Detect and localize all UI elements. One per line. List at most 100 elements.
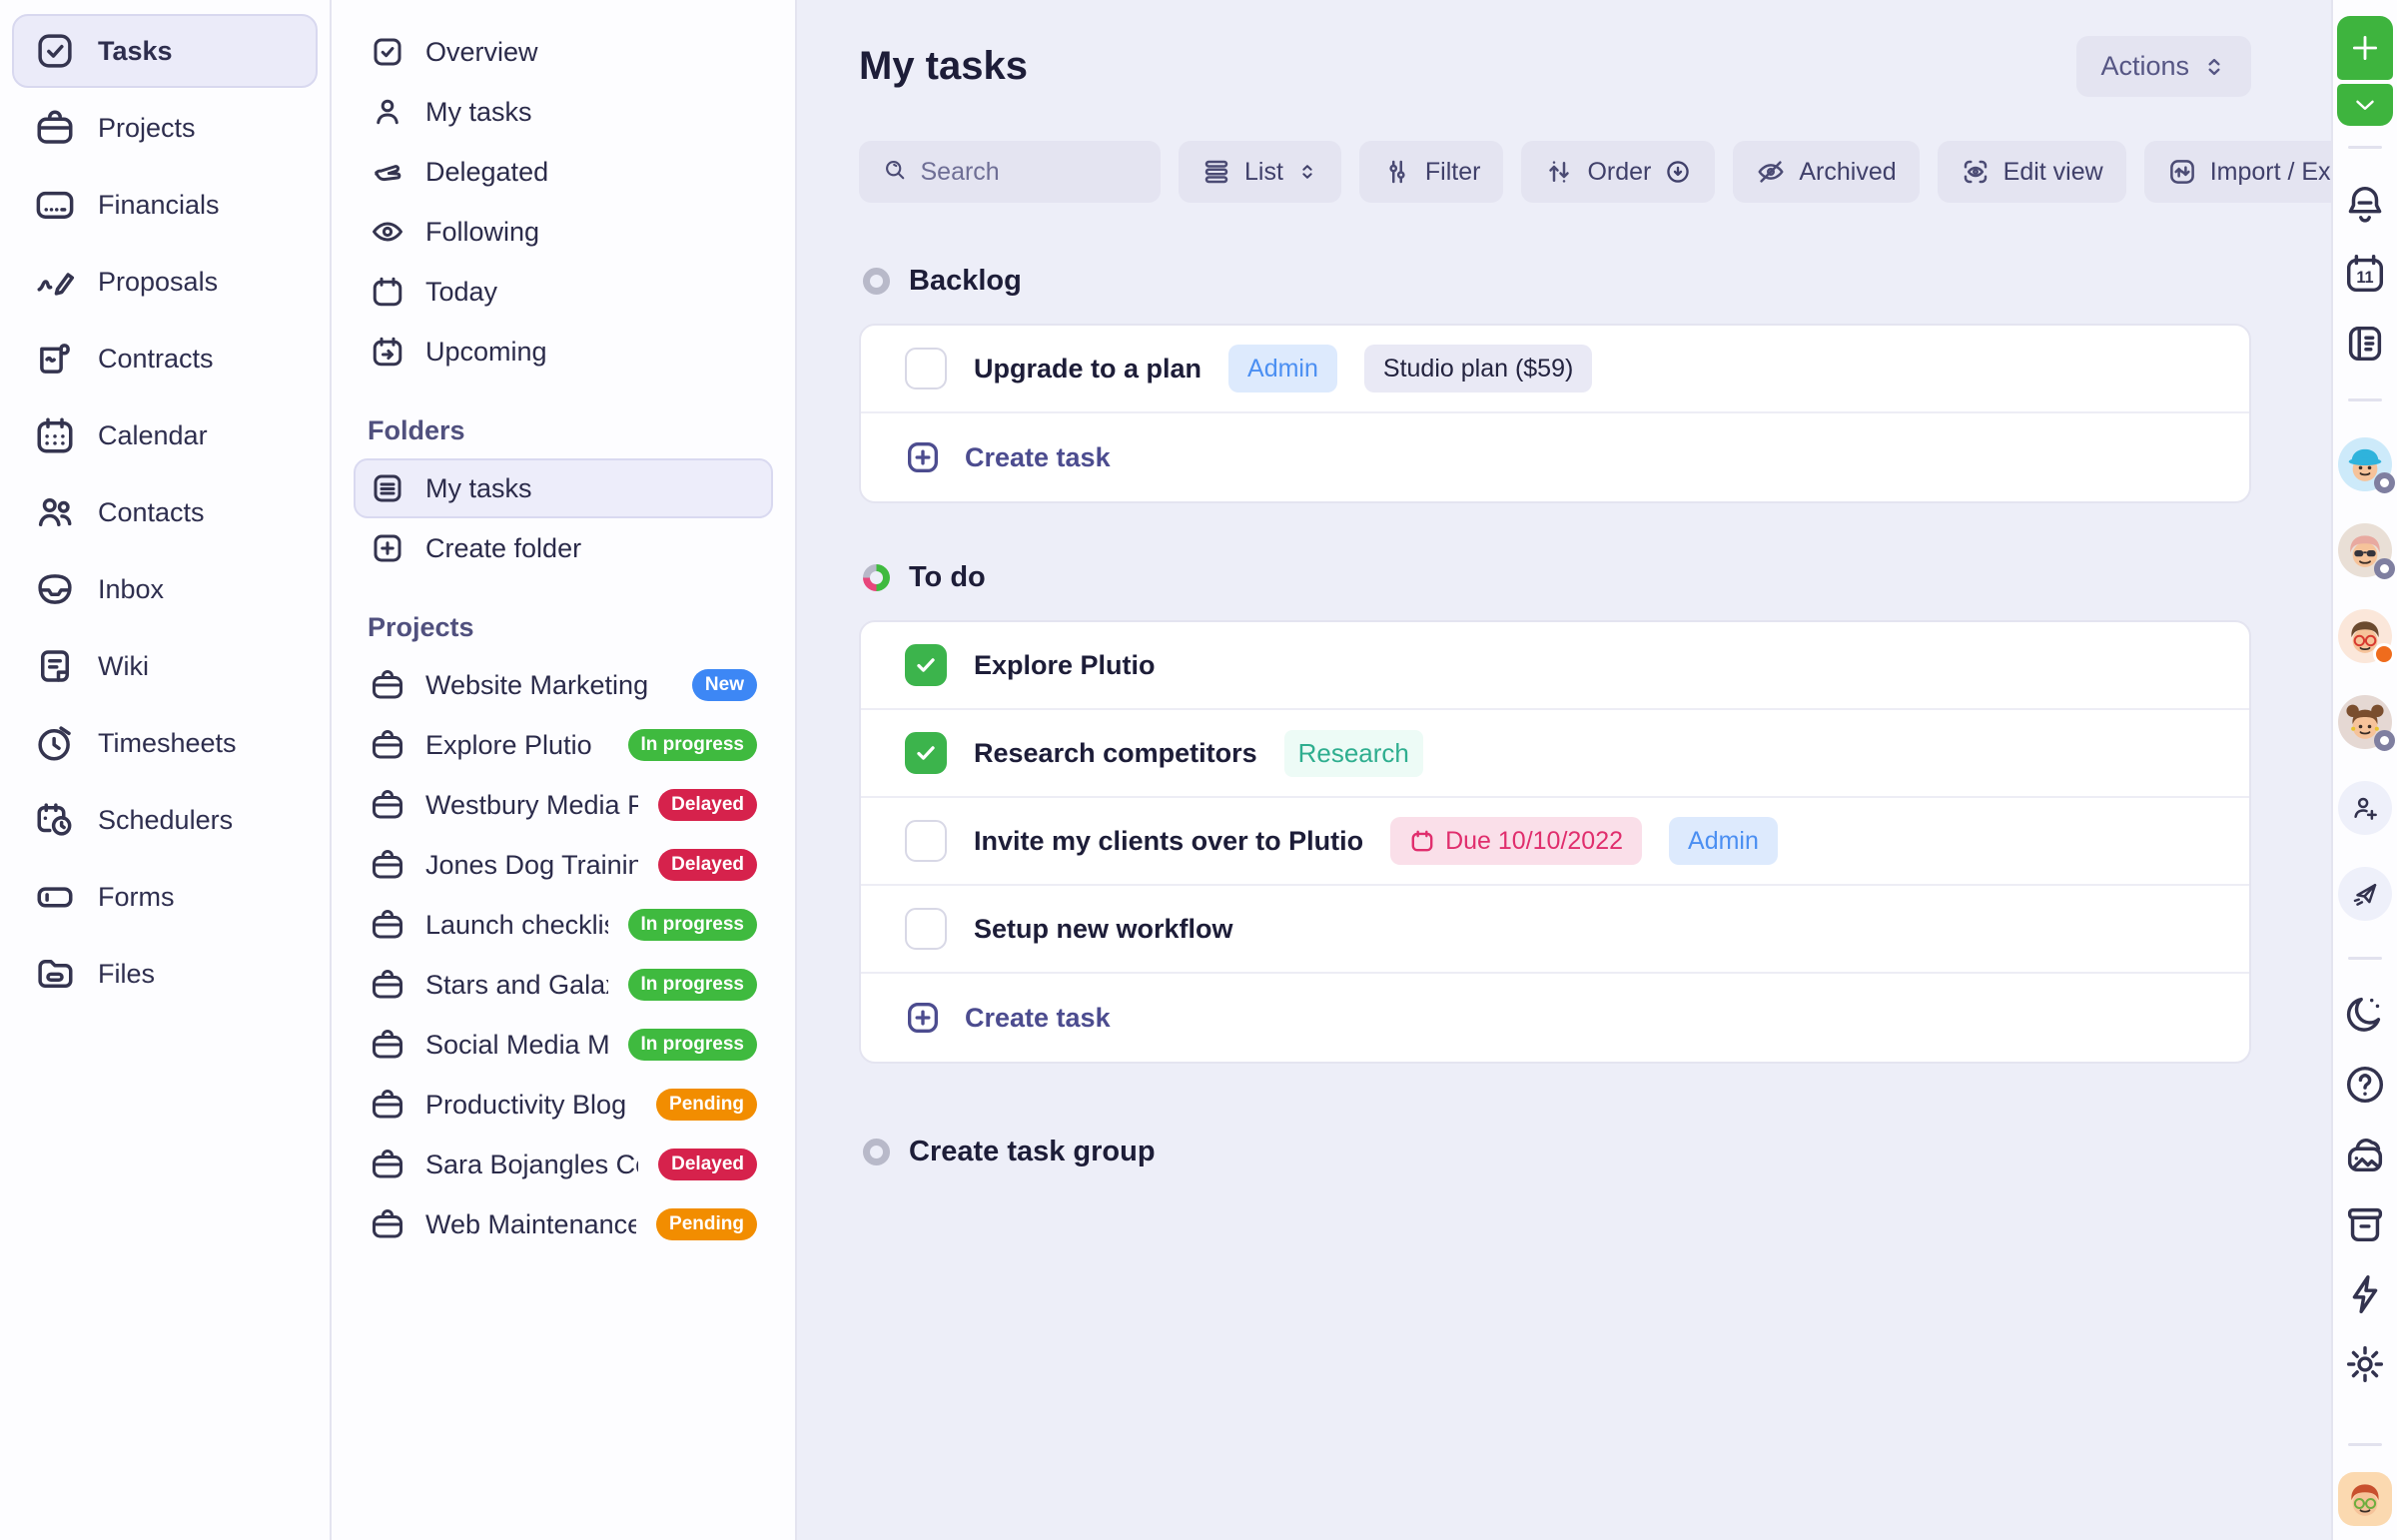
project-item[interactable]: Jones Dog Trainin... Delayed xyxy=(354,835,773,895)
task-row[interactable]: Research competitors Research xyxy=(861,710,2249,798)
project-status-badge: In progress xyxy=(628,909,757,941)
settings-gear-icon[interactable] xyxy=(2342,1341,2388,1387)
project-item[interactable]: Stars and Galax... In progress xyxy=(354,955,773,1015)
status-indicator-busy xyxy=(2373,643,2395,665)
panel-item-following[interactable]: Following xyxy=(354,202,773,262)
sidebar-item-calendar[interactable]: Calendar xyxy=(12,398,318,472)
task-title: Explore Plutio xyxy=(974,650,1156,681)
journal-icon[interactable] xyxy=(2342,321,2388,367)
import-export-icon xyxy=(2167,157,2197,187)
chevron-updown-icon xyxy=(2201,54,2227,80)
project-item[interactable]: Productivity Blog ... Pending xyxy=(354,1075,773,1135)
project-label: Sara Bojangles Co... xyxy=(425,1150,638,1180)
sidebar-item-projects[interactable]: Projects xyxy=(12,91,318,165)
search-box[interactable] xyxy=(859,141,1161,203)
archive-box-icon[interactable] xyxy=(2342,1201,2388,1247)
sidebar-item-label: Tasks xyxy=(98,36,173,67)
actions-button[interactable]: Actions xyxy=(2076,36,2251,97)
task-checkbox-unchecked[interactable] xyxy=(905,820,947,862)
create-folder-button[interactable]: Create folder xyxy=(354,518,773,578)
task-row[interactable]: Upgrade to a plan Admin Studio plan ($59… xyxy=(861,326,2249,413)
teammate-avatar-sunglasses[interactable] xyxy=(2338,523,2392,577)
current-user-avatar[interactable] xyxy=(2338,1472,2392,1526)
sidebar-item-inbox[interactable]: Inbox xyxy=(12,552,318,626)
calendar-icon xyxy=(34,414,76,456)
person-icon xyxy=(370,94,405,130)
project-item[interactable]: Launch checklist In progress xyxy=(354,895,773,955)
panel-item-delegated[interactable]: Delegated xyxy=(354,142,773,202)
task-row[interactable]: Explore Plutio xyxy=(861,622,2249,710)
folder-icon xyxy=(34,953,76,995)
create-new-button[interactable] xyxy=(2337,16,2393,80)
task-checkbox-checked[interactable] xyxy=(905,644,947,686)
project-label: Jones Dog Trainin... xyxy=(425,850,638,881)
teammate-avatar-hair-buns[interactable] xyxy=(2338,695,2392,749)
project-label: Website Marketing xyxy=(425,670,672,701)
panel-item-today[interactable]: Today xyxy=(354,262,773,322)
sidebar-item-contacts[interactable]: Contacts xyxy=(12,475,318,549)
notifications-bell-icon[interactable] xyxy=(2342,181,2388,227)
archived-button[interactable]: Archived xyxy=(1733,141,1919,203)
sidebar-item-forms[interactable]: Forms xyxy=(12,860,318,934)
help-question-icon[interactable] xyxy=(2342,1062,2388,1108)
signature-pen-icon xyxy=(34,261,76,303)
sidebar-item-proposals[interactable]: Proposals xyxy=(12,245,318,319)
project-item[interactable]: Westbury Media P... Delayed xyxy=(354,775,773,835)
project-item[interactable]: Web Maintenance Pending xyxy=(354,1194,773,1254)
eye-icon xyxy=(370,214,405,250)
briefcase-icon xyxy=(370,847,405,883)
archived-label: Archived xyxy=(1799,158,1896,187)
search-input[interactable] xyxy=(920,158,1138,187)
sidebar-item-contracts[interactable]: Contracts xyxy=(12,322,318,395)
project-status-badge: Delayed xyxy=(658,1149,757,1180)
sidebar-item-wiki[interactable]: Wiki xyxy=(12,629,318,703)
group-header-backlog[interactable]: Backlog xyxy=(863,265,2251,298)
edit-view-button[interactable]: Edit view xyxy=(1938,141,2126,203)
calendar-date-icon[interactable]: 11 xyxy=(2342,251,2388,297)
calendar-arrow-icon xyxy=(370,334,405,370)
project-item[interactable]: Explore Plutio In progress xyxy=(354,715,773,775)
divider xyxy=(2348,957,2382,960)
task-checkbox-unchecked[interactable] xyxy=(905,348,947,389)
automation-lightning-icon[interactable] xyxy=(2342,1271,2388,1317)
briefcase-icon xyxy=(370,1087,405,1123)
project-item[interactable]: Sara Bojangles Co... Delayed xyxy=(354,1135,773,1194)
panel-item-overview[interactable]: Overview xyxy=(354,22,773,82)
dark-mode-moon-icon[interactable] xyxy=(2342,992,2388,1038)
teammate-avatar-blue-hat[interactable] xyxy=(2338,437,2392,491)
create-task-button[interactable]: Create task xyxy=(861,413,2249,501)
task-title: Setup new workflow xyxy=(974,914,1233,945)
order-button[interactable]: Order xyxy=(1521,141,1715,203)
list-view-button[interactable]: List xyxy=(1179,141,1341,203)
sort-order-icon xyxy=(1544,157,1574,187)
filter-button[interactable]: Filter xyxy=(1359,141,1504,203)
panel-item-upcoming[interactable]: Upcoming xyxy=(354,322,773,382)
due-date-badge: Due 10/10/2022 xyxy=(1390,817,1642,865)
invite-person-button[interactable] xyxy=(2338,781,2392,835)
project-item[interactable]: Website Marketing New xyxy=(354,655,773,715)
task-checkbox-checked[interactable] xyxy=(905,732,947,774)
task-row[interactable]: Setup new workflow xyxy=(861,886,2249,974)
sidebar-item-financials[interactable]: Financials xyxy=(12,168,318,242)
calendar-day-number: 11 xyxy=(2356,269,2373,287)
expand-create-menu-button[interactable] xyxy=(2337,84,2393,126)
sidebar-item-tasks[interactable]: Tasks xyxy=(12,14,318,88)
sidebar-item-label: Inbox xyxy=(98,574,164,605)
briefcase-icon xyxy=(370,1027,405,1063)
folder-item-my-tasks[interactable]: My tasks xyxy=(354,458,773,518)
media-library-icon[interactable] xyxy=(2342,1132,2388,1177)
teammate-avatar-red-glasses[interactable] xyxy=(2338,609,2392,663)
sidebar-item-files[interactable]: Files xyxy=(12,937,318,1011)
task-checkbox-unchecked[interactable] xyxy=(905,908,947,950)
status-indicator xyxy=(2374,558,2395,579)
launch-rocket-button[interactable] xyxy=(2338,867,2392,921)
group-header-todo[interactable]: To do xyxy=(863,561,2251,594)
sidebar-item-schedulers[interactable]: Schedulers xyxy=(12,783,318,857)
panel-item-my-tasks[interactable]: My tasks xyxy=(354,82,773,142)
create-task-group-button[interactable]: Create task group xyxy=(863,1136,2251,1168)
project-item[interactable]: Social Media M... In progress xyxy=(354,1015,773,1075)
create-task-button[interactable]: Create task xyxy=(861,974,2249,1062)
sidebar-item-timesheets[interactable]: Timesheets xyxy=(12,706,318,780)
inbox-tray-icon xyxy=(34,568,76,610)
task-row[interactable]: Invite my clients over to Plutio Due 10/… xyxy=(861,798,2249,886)
